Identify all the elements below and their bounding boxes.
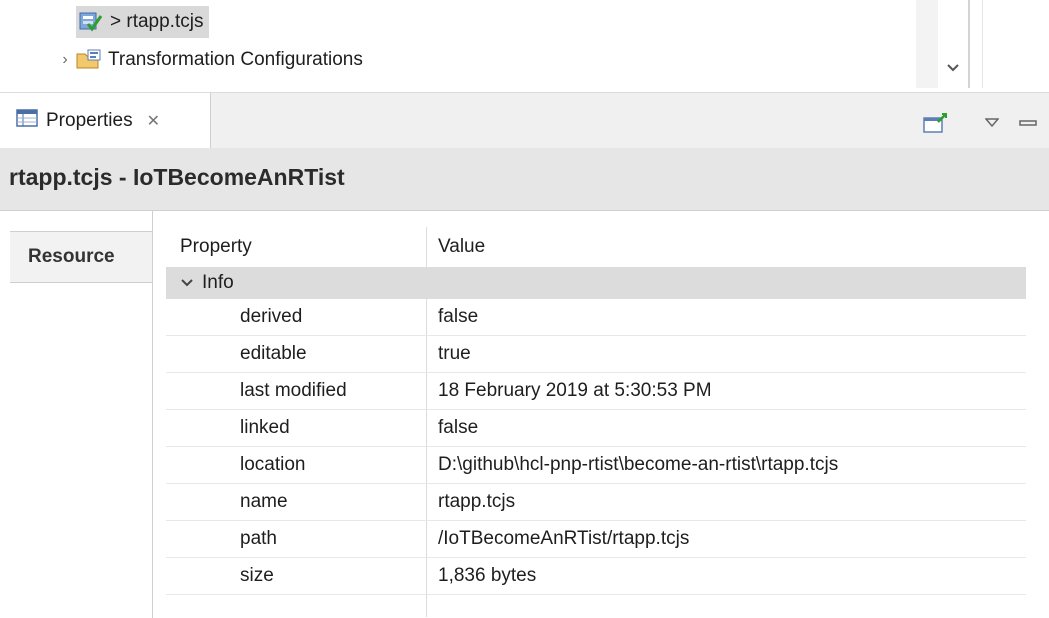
table-row[interactable]: last modified 18 February 2019 at 5:30:5… (166, 373, 1026, 410)
properties-view-icon (16, 109, 38, 133)
properties-body: Resource Property Value Info derived fal… (0, 211, 1049, 618)
property-value: 1,836 bytes (438, 565, 537, 586)
table-row[interactable]: name rtapp.tcjs (166, 484, 1026, 521)
table-header: Property Value (166, 227, 1026, 267)
property-value: D:\github\hcl-pnp-rtist\become-an-rtist\… (438, 454, 839, 475)
property-name: location (240, 454, 306, 475)
properties-side-tabs: Resource (10, 211, 153, 618)
property-name: linked (240, 417, 290, 438)
table-row[interactable]: size 1,836 bytes (166, 558, 1026, 595)
page-title: rtapp.tcjs - IoTBecomeAnRTist (9, 164, 345, 190)
tab-properties-label: Properties (46, 110, 133, 131)
minimize-icon[interactable] (1016, 109, 1040, 137)
chevron-right-icon[interactable]: › (56, 51, 74, 69)
property-table: Property Value Info derived false editab… (166, 227, 1026, 617)
view-tab-bar: Properties ✕ (0, 92, 1049, 149)
adjacent-panel (968, 0, 1049, 88)
property-value: true (438, 343, 471, 364)
tcjs-check-icon (76, 9, 106, 35)
chevron-down-icon[interactable] (940, 55, 966, 81)
property-name: name (240, 491, 288, 512)
property-name: size (240, 565, 274, 586)
transformation-config-folder-icon (74, 47, 104, 73)
tree-item-transformation-configurations[interactable]: › Transformation Configurations (56, 44, 363, 76)
table-row[interactable]: path /IoTBecomeAnRTist/rtapp.tcjs (166, 521, 1026, 558)
pin-view-icon[interactable] (920, 109, 950, 137)
property-value: rtapp.tcjs (438, 491, 516, 512)
tree-item-rtapp-tcjs[interactable]: > rtapp.tcjs (76, 6, 210, 38)
table-row[interactable]: derived false (166, 299, 1026, 336)
view-menu-icon[interactable] (982, 109, 1002, 137)
chevron-down-icon[interactable] (180, 275, 194, 291)
table-row[interactable]: linked false (166, 410, 1026, 447)
tree-scrollbar-track[interactable] (916, 0, 938, 88)
properties-title-bar: rtapp.tcjs - IoTBecomeAnRTist (0, 148, 1049, 211)
category-row-info[interactable]: Info (166, 267, 1026, 299)
tab-resource[interactable]: Resource (10, 231, 152, 283)
column-header-property[interactable]: Property (180, 236, 252, 258)
property-value: false (438, 306, 479, 327)
property-value: /IoTBecomeAnRTist/rtapp.tcjs (438, 528, 690, 549)
close-icon[interactable]: ✕ (147, 111, 160, 131)
tab-properties[interactable]: Properties ✕ (0, 93, 211, 149)
property-value: false (438, 417, 479, 438)
property-name: editable (240, 343, 307, 364)
category-label: Info (202, 272, 234, 293)
property-name: path (240, 528, 277, 549)
tree-item-label: > rtapp.tcjs (110, 11, 204, 32)
property-name: derived (240, 306, 303, 327)
project-explorer-tree: > rtapp.tcjs › Transformation Configurat… (0, 0, 1049, 88)
column-header-value[interactable]: Value (438, 236, 485, 258)
property-value: 18 February 2019 at 5:30:53 PM (438, 380, 712, 401)
tab-resource-label: Resource (28, 246, 115, 267)
table-row[interactable]: location D:\github\hcl-pnp-rtist\become-… (166, 447, 1026, 484)
tree-item-label: Transformation Configurations (108, 49, 363, 70)
property-name: last modified (240, 380, 347, 401)
table-row[interactable]: editable true (166, 336, 1026, 373)
